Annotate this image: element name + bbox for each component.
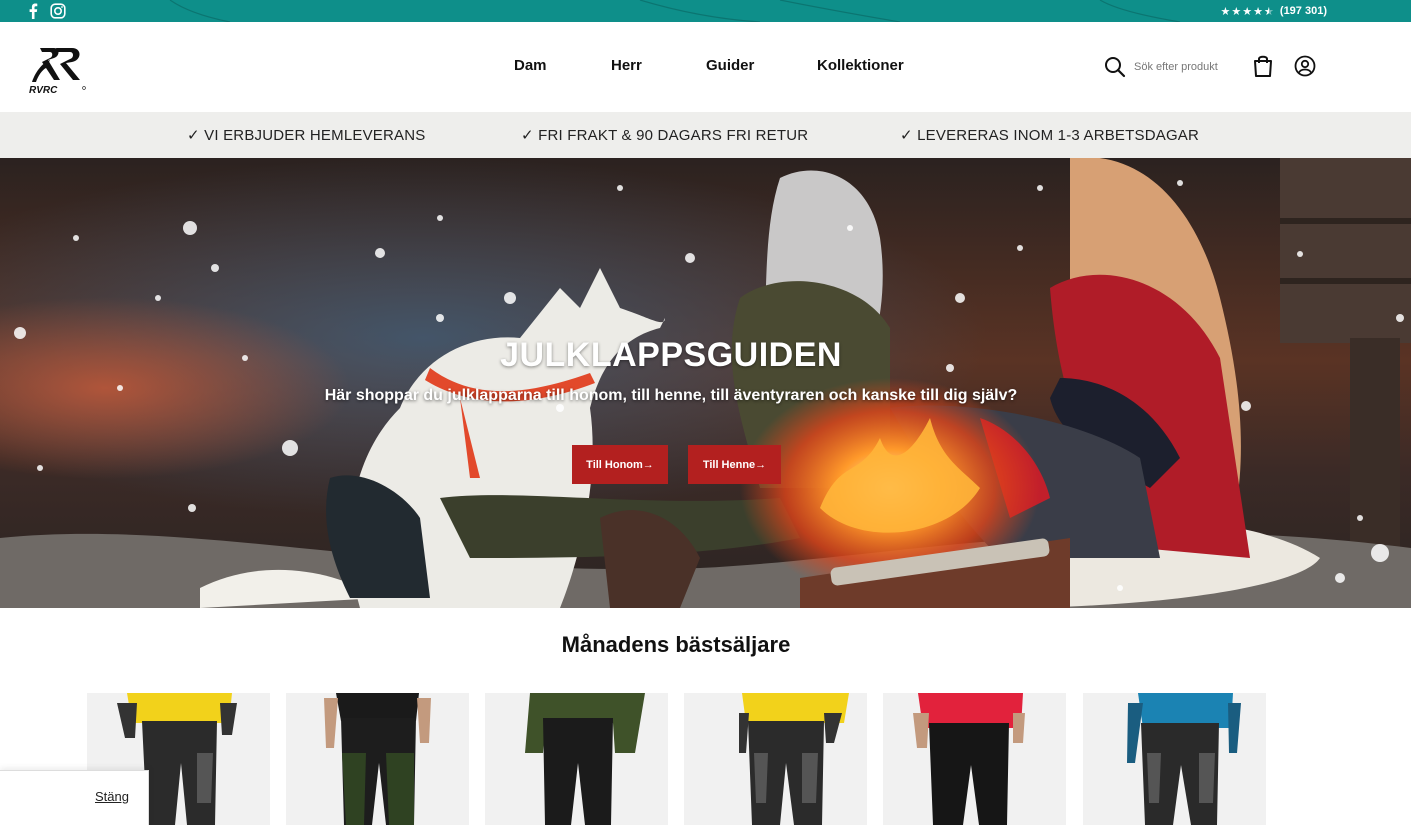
hero-title: JULKLAPPSGUIDEN: [500, 336, 842, 374]
product-image: [525, 693, 645, 825]
star-icon: ★: [1253, 5, 1264, 18]
usp-delivery-time: ✓ LEVERERAS INOM 1-3 ARBETSDAGAR: [900, 127, 1200, 144]
instagram-icon[interactable]: [50, 3, 66, 19]
review-rating[interactable]: ★ ★ ★ ★ ★ (197 301): [1221, 0, 1327, 22]
social-links: [28, 0, 66, 22]
bestsellers-title: Månadens bästsäljare: [561, 632, 791, 657]
hero-subtitle: Här shoppar du julklapparna till honom, …: [324, 387, 1018, 404]
half-star-icon: ★: [1264, 5, 1274, 18]
nav-herr[interactable]: Herr: [611, 57, 642, 74]
till-henne-button[interactable]: Till Henne→: [688, 445, 781, 484]
nav-kollektioner[interactable]: Kollektioner: [817, 57, 904, 74]
product-image: [324, 693, 431, 825]
usp-free-shipping: ✓ FRI FRAKT & 90 DAGARS FRI RETUR: [521, 127, 809, 144]
site-header: RVRC Dam Herr Guider Kollektioner: [0, 22, 1411, 112]
star-icon: ★: [1242, 5, 1253, 18]
cookie-panel: Stäng: [0, 770, 149, 825]
search-input[interactable]: [1134, 61, 1234, 73]
facebook-icon[interactable]: [28, 3, 38, 19]
product-card[interactable]: [883, 693, 1066, 825]
product-image: [739, 693, 849, 825]
usp-bar: ✓ VI ERBJUDER HEMLEVERANS ✓ FRI FRAKT & …: [0, 112, 1411, 158]
star-icon: ★: [1231, 5, 1242, 18]
top-bar: ★ ★ ★ ★ ★ (197 301): [0, 0, 1411, 22]
product-card[interactable]: [1083, 693, 1266, 825]
close-link[interactable]: Stäng: [95, 789, 129, 804]
rating-count: (197 301): [1279, 5, 1327, 17]
search-box[interactable]: [1104, 56, 1234, 78]
product-card[interactable]: [485, 693, 668, 825]
product-card[interactable]: [684, 693, 867, 825]
topographic-pattern: [169, 0, 1181, 22]
star-icon: ★: [1220, 5, 1231, 18]
hero-banner: JULKLAPPSGUIDEN Här shoppar du julklappa…: [0, 158, 1411, 608]
hero-image: [0, 158, 1411, 608]
account-icon[interactable]: [1294, 55, 1316, 77]
rating-stars: ★ ★ ★ ★ ★: [1221, 5, 1274, 18]
search-icon[interactable]: [1104, 56, 1126, 78]
product-image: [913, 693, 1025, 825]
nav-guider[interactable]: Guider: [706, 57, 754, 74]
product-card[interactable]: [286, 693, 469, 825]
till-honom-button[interactable]: Till Honom→: [572, 445, 668, 484]
usp-home-delivery: ✓ VI ERBJUDER HEMLEVERANS: [187, 127, 426, 144]
nav-dam[interactable]: Dam: [514, 57, 547, 74]
product-image: [1127, 693, 1241, 825]
shopping-bag-icon[interactable]: [1252, 54, 1274, 78]
